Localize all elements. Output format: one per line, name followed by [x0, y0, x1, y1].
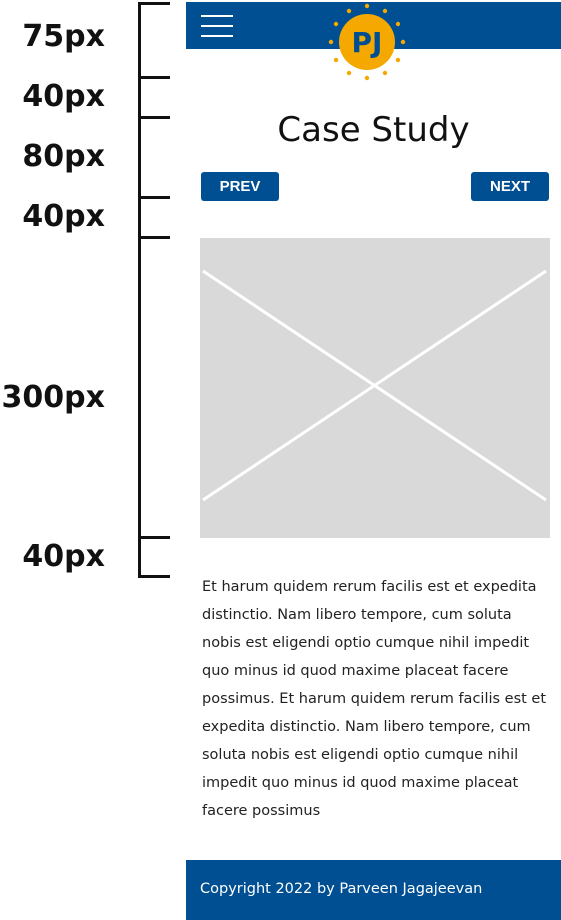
measurement-label: 40px [22, 79, 105, 114]
image-placeholder [200, 238, 550, 538]
ruler-vertical-line [138, 2, 141, 578]
measurement-label: 300px [1, 380, 105, 415]
ruler-tick [138, 196, 170, 199]
logo-text: PJ [352, 26, 383, 59]
footer: Copyright 2022 by Parveen Jagajeevan [186, 860, 561, 920]
ruler-tick [138, 536, 170, 539]
measurement-label: 40px [22, 539, 105, 574]
ruler-tick [138, 76, 170, 79]
measurement-ruler: 75px 40px 80px 40px 300px 40px [0, 0, 180, 600]
copyright-text: Copyright 2022 by Parveen Jagajeevan [200, 881, 483, 897]
image-placeholder-icon [202, 269, 547, 502]
page-title: Case Study [277, 110, 470, 150]
measurement-label: 75px [22, 19, 105, 54]
ruler-tick [138, 575, 170, 578]
logo[interactable]: PJ [327, 2, 407, 82]
ruler-tick [138, 2, 170, 5]
mobile-mockup: PJ Case Study PREV NEXT Et harum quidem … [186, 0, 561, 920]
next-button[interactable]: NEXT [471, 172, 549, 201]
prev-button[interactable]: PREV [201, 172, 279, 201]
ruler-tick [138, 116, 170, 119]
body-paragraph: Et harum quidem rerum facilis est et exp… [202, 579, 547, 819]
ruler-tick [138, 236, 170, 239]
measurement-label: 80px [22, 139, 105, 174]
measurement-label: 40px [22, 199, 105, 234]
hamburger-icon[interactable] [201, 15, 233, 37]
